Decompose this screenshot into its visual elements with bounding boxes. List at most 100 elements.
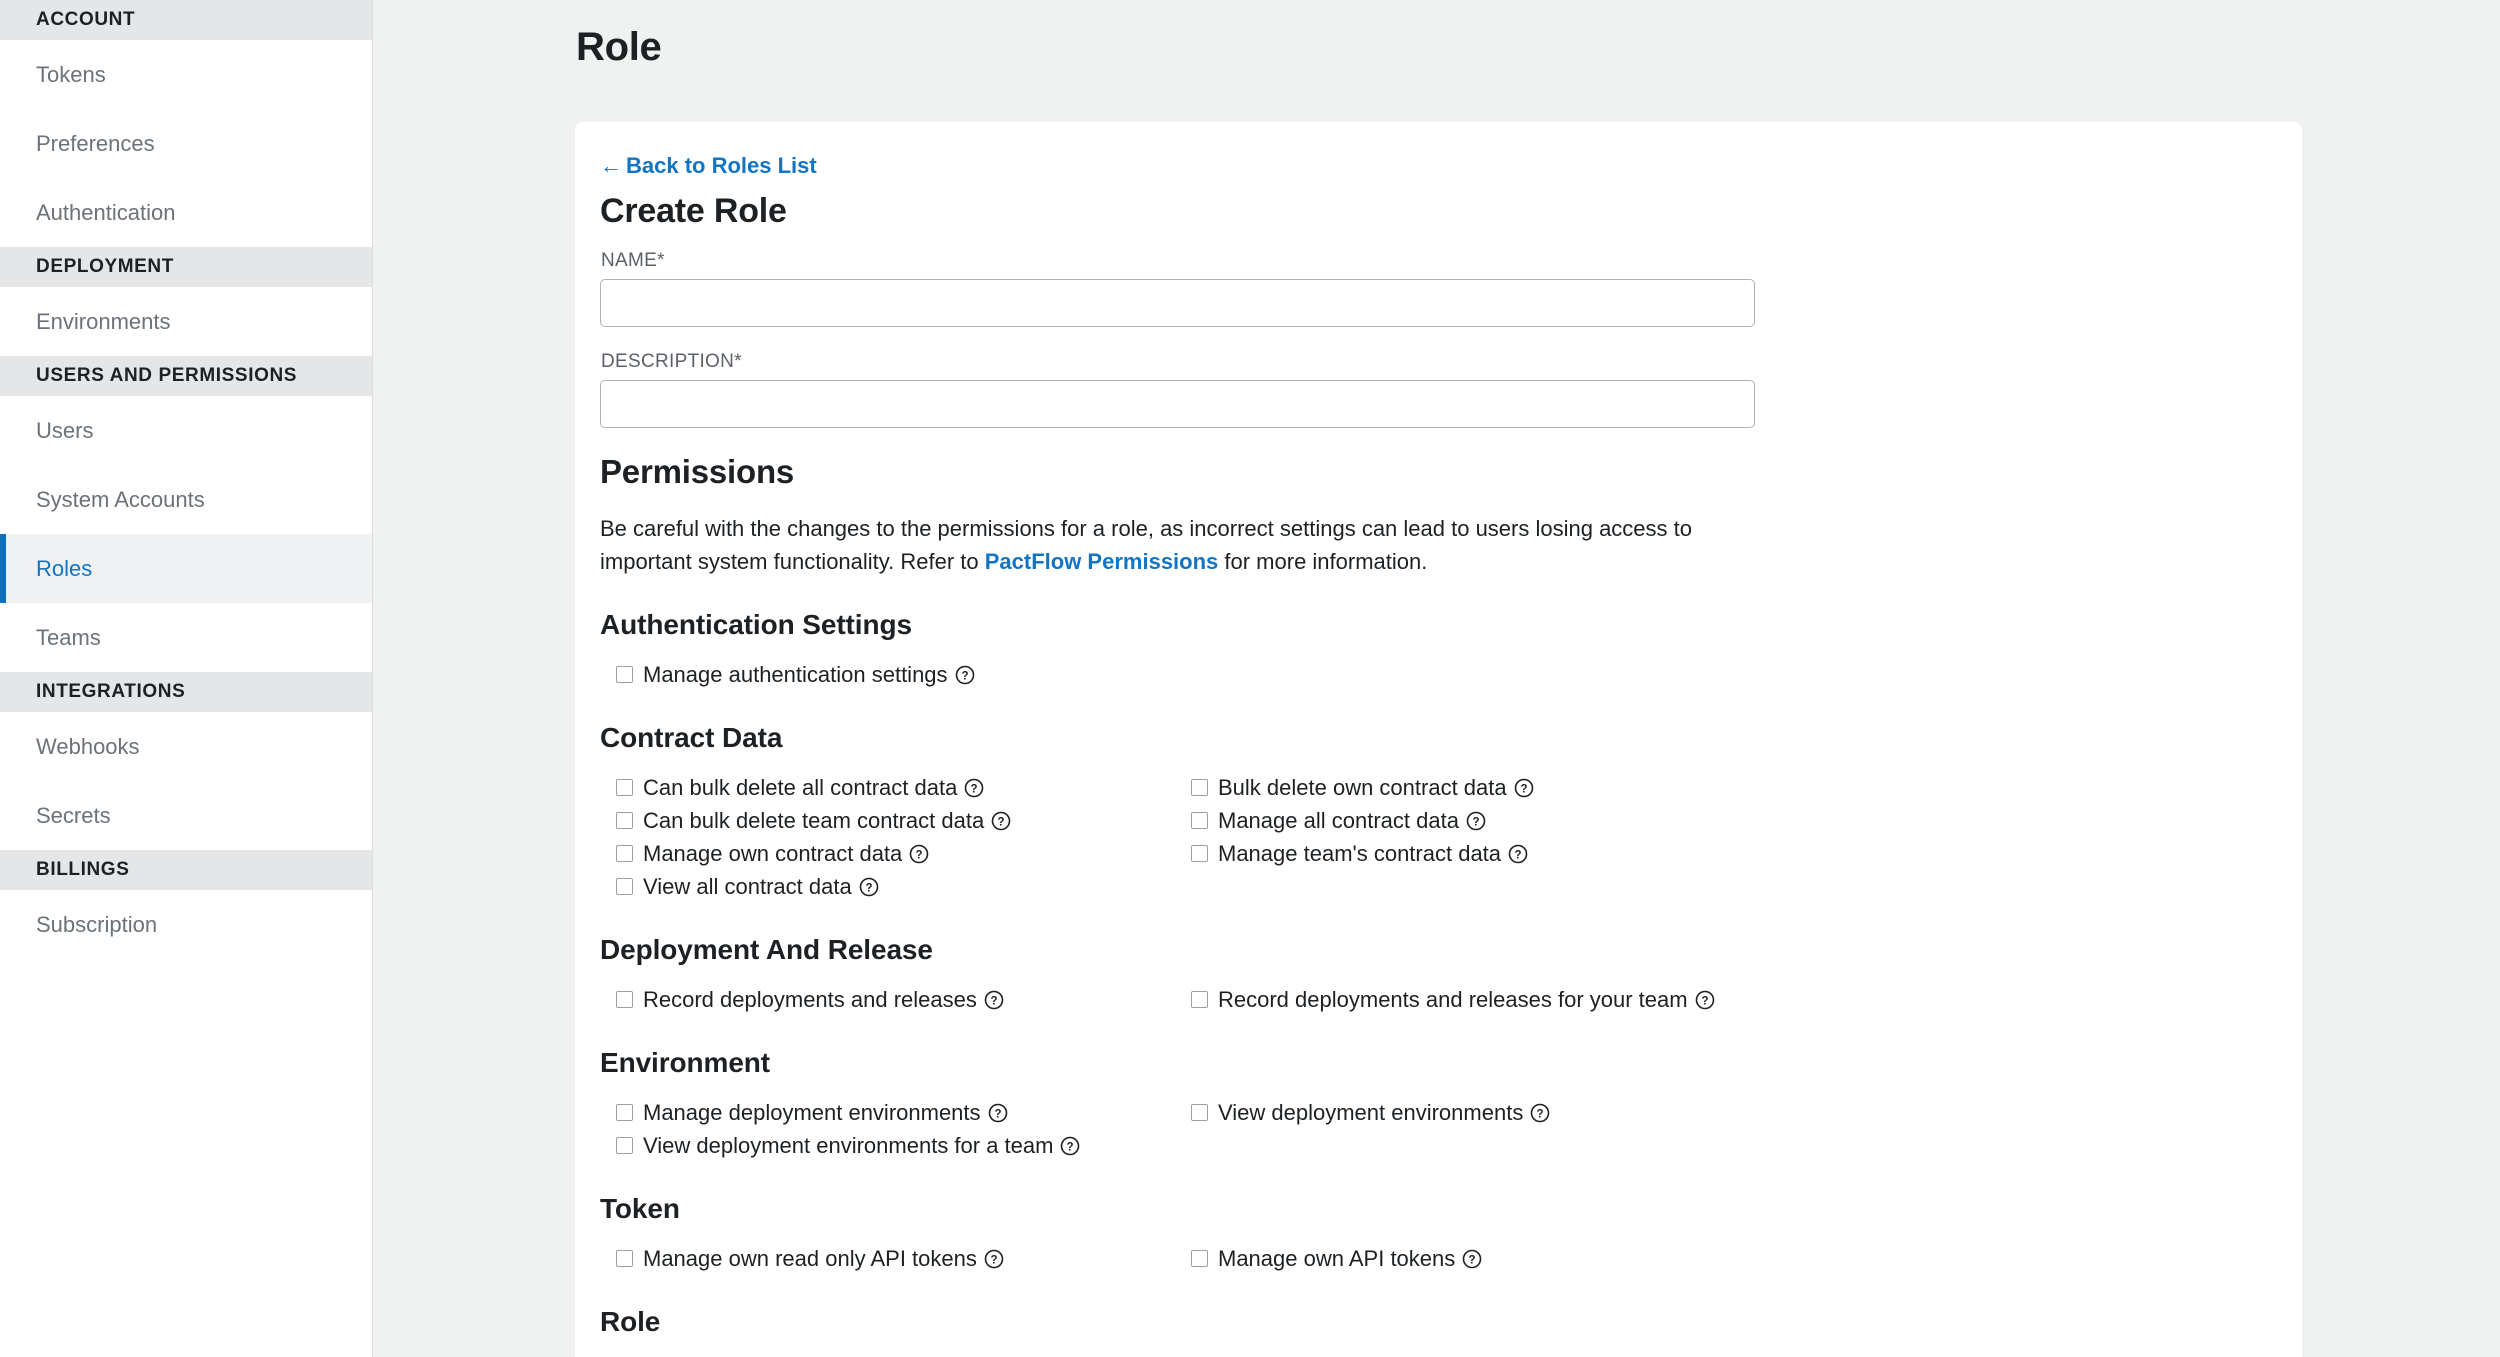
- svg-text:?: ?: [998, 816, 1005, 828]
- permission-label: View all contract data: [643, 873, 852, 900]
- checkbox[interactable]: [616, 845, 633, 862]
- sidebar-section-header: DEPLOYMENT: [0, 247, 372, 287]
- checkbox[interactable]: [1191, 779, 1208, 796]
- page-title: Role: [373, 0, 2500, 72]
- help-circle-icon[interactable]: ?: [859, 877, 879, 897]
- sidebar-item-secrets[interactable]: Secrets: [0, 781, 372, 850]
- sidebar-item-label: Teams: [36, 625, 101, 650]
- permission-grid: Record deployments and releases?Record d…: [616, 983, 2262, 1016]
- permission-group-heading: Contract Data: [600, 721, 2262, 755]
- sidebar-item-authentication[interactable]: Authentication: [0, 178, 372, 247]
- permission-column-left: Manage authentication settings?: [616, 658, 1191, 691]
- permission-row[interactable]: Manage authentication settings?: [616, 658, 1191, 691]
- permission-column-left: Manage deployment environments?View depl…: [616, 1096, 1191, 1162]
- checkbox[interactable]: [1191, 812, 1208, 829]
- checkbox[interactable]: [616, 1104, 633, 1121]
- sidebar-item-tokens[interactable]: Tokens: [0, 40, 372, 109]
- permission-row[interactable]: Record deployments and releases?: [616, 983, 1191, 1016]
- permission-label: View deployment environments for a team: [643, 1132, 1053, 1159]
- help-circle-icon[interactable]: ?: [984, 1249, 1004, 1269]
- permission-row[interactable]: Bulk delete own contract data?: [1191, 771, 2262, 804]
- permission-row[interactable]: View all contract data?: [616, 870, 1191, 903]
- help-circle-icon[interactable]: ?: [1466, 811, 1486, 831]
- sidebar-item-label: Preferences: [36, 131, 155, 156]
- permission-label: Can bulk delete team contract data: [643, 807, 984, 834]
- help-circle-icon[interactable]: ?: [1695, 990, 1715, 1010]
- help-circle-icon[interactable]: ?: [955, 665, 975, 685]
- help-circle-icon[interactable]: ?: [1060, 1136, 1080, 1156]
- checkbox[interactable]: [1191, 991, 1208, 1008]
- sidebar-item-label: Subscription: [36, 912, 157, 937]
- sidebar-item-users[interactable]: Users: [0, 396, 372, 465]
- permission-label: Manage all contract data: [1218, 807, 1459, 834]
- sidebar-item-system-accounts[interactable]: System Accounts: [0, 465, 372, 534]
- help-circle-icon[interactable]: ?: [1508, 844, 1528, 864]
- permission-row[interactable]: Manage deployment environments?: [616, 1096, 1191, 1129]
- sidebar-item-roles[interactable]: Roles: [0, 534, 372, 603]
- checkbox[interactable]: [616, 812, 633, 829]
- arrow-left-icon: ←: [600, 153, 622, 178]
- permission-row[interactable]: Manage own API tokens?: [1191, 1242, 2262, 1275]
- checkbox[interactable]: [1191, 845, 1208, 862]
- permission-row[interactable]: Record deployments and releases for your…: [1191, 983, 2262, 1016]
- description-field-label: DESCRIPTION*: [601, 351, 2262, 373]
- checkbox[interactable]: [616, 666, 633, 683]
- sidebar-item-label: Webhooks: [36, 734, 140, 759]
- name-field-label: NAME*: [601, 250, 2262, 272]
- permission-label: Manage own API tokens: [1218, 1245, 1455, 1272]
- permission-column-left: Record deployments and releases?: [616, 983, 1191, 1016]
- sidebar-item-subscription[interactable]: Subscription: [0, 890, 372, 959]
- sidebar-item-label: Tokens: [36, 62, 106, 87]
- svg-text:?: ?: [1701, 995, 1708, 1007]
- sidebar-item-label: Authentication: [36, 200, 175, 225]
- permission-group-heading: Deployment And Release: [600, 933, 2262, 967]
- permission-column-right: [1191, 658, 2262, 691]
- permission-row[interactable]: Manage team's contract data?: [1191, 837, 2262, 870]
- help-circle-icon[interactable]: ?: [909, 844, 929, 864]
- sidebar-item-label: System Accounts: [36, 487, 205, 512]
- checkbox[interactable]: [616, 991, 633, 1008]
- sidebar-item-environments[interactable]: Environments: [0, 287, 372, 356]
- permission-column-right: Manage own API tokens?: [1191, 1242, 2262, 1275]
- description-input[interactable]: [600, 380, 1755, 428]
- checkbox[interactable]: [1191, 1250, 1208, 1267]
- help-circle-icon[interactable]: ?: [964, 778, 984, 798]
- checkbox[interactable]: [1191, 1104, 1208, 1121]
- permission-label: Manage deployment environments: [643, 1099, 981, 1126]
- checkbox[interactable]: [616, 779, 633, 796]
- help-circle-icon[interactable]: ?: [1530, 1103, 1550, 1123]
- permission-row[interactable]: Can bulk delete team contract data?: [616, 804, 1191, 837]
- permission-label: Manage authentication settings: [643, 661, 948, 688]
- help-circle-icon[interactable]: ?: [984, 990, 1004, 1010]
- help-circle-icon[interactable]: ?: [988, 1103, 1008, 1123]
- permission-group-heading: Environment: [600, 1046, 2262, 1080]
- name-input[interactable]: [600, 279, 1755, 327]
- pactflow-permissions-link[interactable]: PactFlow Permissions: [985, 549, 1219, 574]
- svg-text:?: ?: [916, 849, 923, 861]
- permission-row[interactable]: Can bulk delete all contract data?: [616, 771, 1191, 804]
- checkbox[interactable]: [616, 1250, 633, 1267]
- help-circle-icon[interactable]: ?: [1514, 778, 1534, 798]
- app-root: ACCOUNTTokensPreferencesAuthenticationDE…: [0, 0, 2500, 1357]
- permission-grid: Can bulk delete all contract data?Can bu…: [616, 771, 2262, 903]
- svg-text:?: ?: [1469, 1254, 1476, 1266]
- permission-row[interactable]: Manage own contract data?: [616, 837, 1191, 870]
- permission-label: Manage own read only API tokens: [643, 1245, 977, 1272]
- permission-row[interactable]: View deployment environments?: [1191, 1096, 2262, 1129]
- sidebar-section-header: USERS AND PERMISSIONS: [0, 356, 372, 396]
- help-circle-icon[interactable]: ?: [1462, 1249, 1482, 1269]
- svg-text:?: ?: [994, 1108, 1001, 1120]
- sidebar-item-label: Environments: [36, 309, 171, 334]
- sidebar-item-webhooks[interactable]: Webhooks: [0, 712, 372, 781]
- checkbox[interactable]: [616, 1137, 633, 1154]
- help-circle-icon[interactable]: ?: [991, 811, 1011, 831]
- permission-groups: Authentication SettingsManage authentica…: [600, 608, 2262, 1339]
- permission-row[interactable]: View deployment environments for a team?: [616, 1129, 1191, 1162]
- permission-row[interactable]: Manage own read only API tokens?: [616, 1242, 1191, 1275]
- sidebar-item-teams[interactable]: Teams: [0, 603, 372, 672]
- sidebar-item-preferences[interactable]: Preferences: [0, 109, 372, 178]
- back-to-roles-list-link[interactable]: ←Back to Roles List: [600, 152, 817, 180]
- checkbox[interactable]: [616, 878, 633, 895]
- main-content: Role ←Back to Roles List Create Role NAM…: [373, 0, 2500, 1357]
- permission-row[interactable]: Manage all contract data?: [1191, 804, 2262, 837]
